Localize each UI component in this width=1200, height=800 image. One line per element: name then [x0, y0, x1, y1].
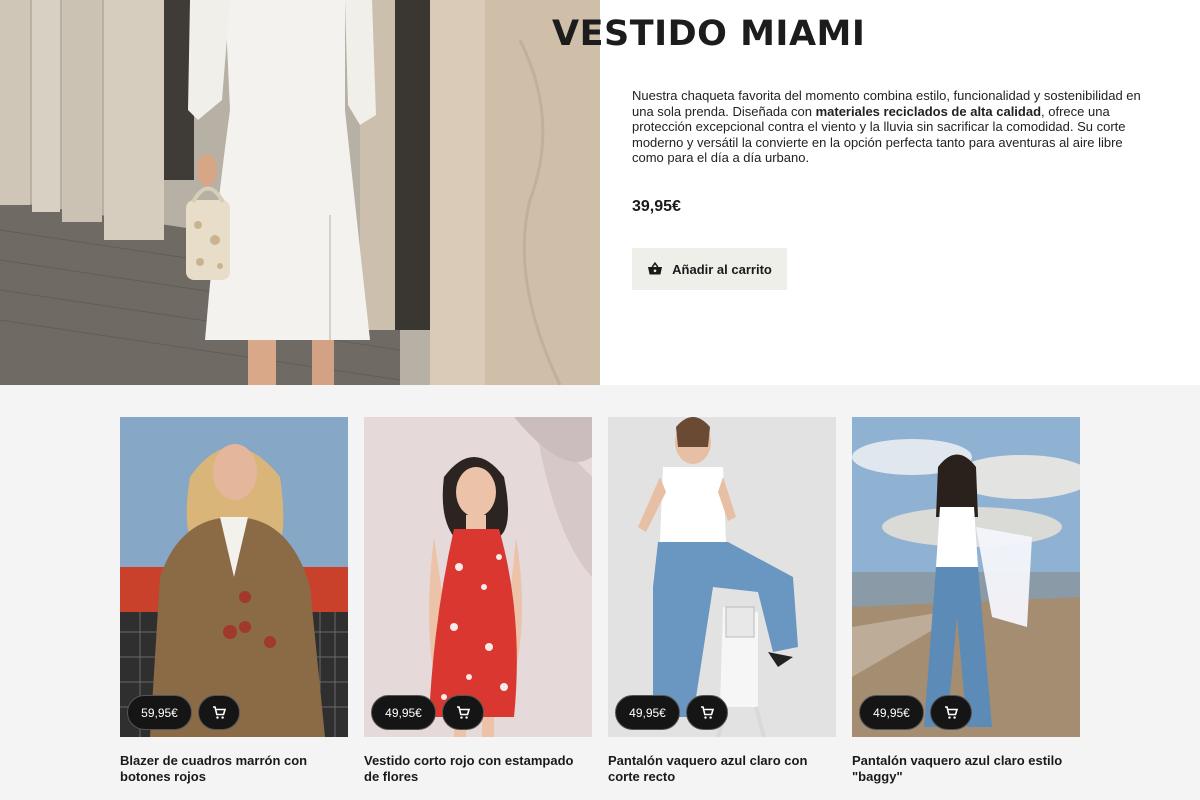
hero-product-image: [0, 0, 600, 385]
add-to-cart-small-button[interactable]: [686, 695, 728, 730]
card-price-pill[interactable]: 49,95€: [615, 695, 680, 730]
product-name[interactable]: Blazer de cuadros marrón con botones roj…: [120, 753, 348, 785]
shopping-cart-icon: [944, 705, 958, 720]
add-to-cart-small-button[interactable]: [930, 695, 972, 730]
product-card[interactable]: 49,95€ Pantalón vaquero azul claro estil…: [852, 417, 1080, 785]
shopping-cart-icon: [456, 705, 470, 720]
product-card[interactable]: 49,95€ Vestido corto rojo con estampado …: [364, 417, 592, 785]
add-to-cart-small-button[interactable]: [198, 695, 240, 730]
description-highlight: materiales reciclados de alta calidad: [815, 103, 1042, 119]
shopping-cart-icon: [700, 705, 714, 720]
product-price: 39,95€: [632, 198, 681, 215]
product-name[interactable]: Pantalón vaquero azul claro con corte re…: [608, 753, 836, 785]
product-title: VESTIDO MIAMI: [552, 14, 866, 54]
card-price-pill[interactable]: 49,95€: [371, 695, 436, 730]
shopping-basket-icon: [647, 261, 663, 277]
product-image[interactable]: 49,95€: [608, 417, 836, 737]
add-to-cart-button[interactable]: Añadir al carrito: [632, 248, 787, 290]
product-name[interactable]: Pantalón vaquero azul claro estilo "bagg…: [852, 753, 1080, 785]
related-products: 59,95€ Blazer de cuadros marrón con boto…: [0, 385, 1200, 800]
product-hero: VESTIDO MIAMI Nuestra chaqueta favorita …: [0, 0, 1200, 385]
add-to-cart-small-button[interactable]: [442, 695, 484, 730]
product-card[interactable]: 59,95€ Blazer de cuadros marrón con boto…: [120, 417, 348, 785]
product-image[interactable]: 49,95€: [364, 417, 592, 737]
product-name[interactable]: Vestido corto rojo con estampado de flor…: [364, 753, 592, 785]
card-price-pill[interactable]: 59,95€: [127, 695, 192, 730]
product-description: Nuestra chaqueta favorita del momento co…: [632, 88, 1157, 166]
product-image[interactable]: 49,95€: [852, 417, 1080, 737]
product-card[interactable]: 49,95€ Pantalón vaquero azul claro con c…: [608, 417, 836, 785]
add-to-cart-label: Añadir al carrito: [672, 261, 772, 277]
card-price-pill[interactable]: 49,95€: [859, 695, 924, 730]
shopping-cart-icon: [212, 705, 226, 720]
product-image[interactable]: 59,95€: [120, 417, 348, 737]
